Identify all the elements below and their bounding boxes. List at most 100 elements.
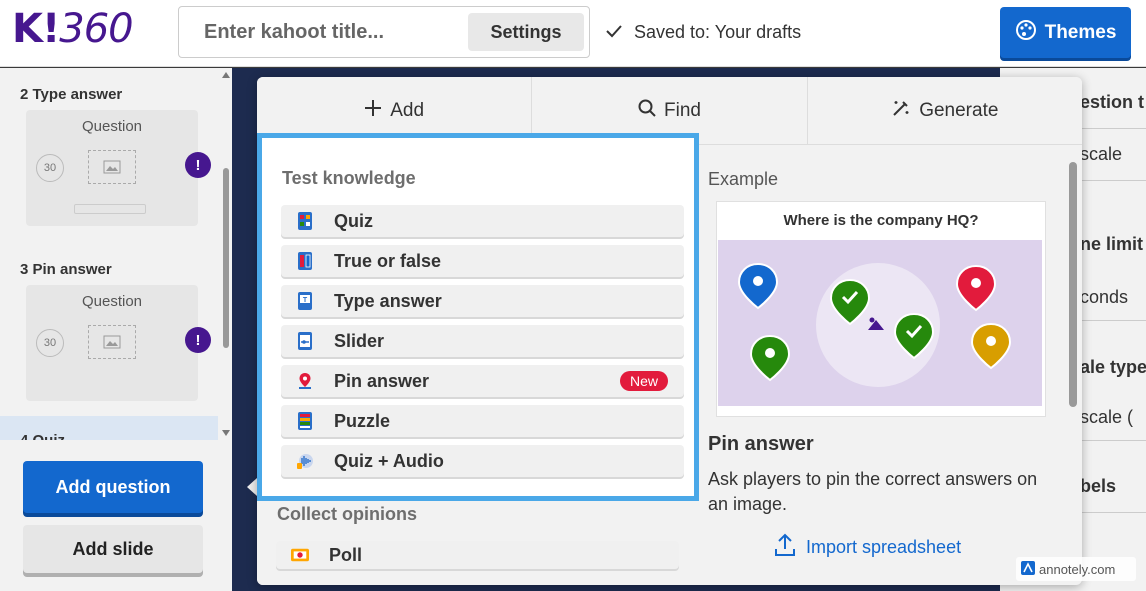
pin-marker	[737, 262, 779, 310]
example-label: Example	[708, 169, 779, 189]
watermark: annotely.com	[1016, 557, 1136, 581]
menu-item-label: True or false	[334, 250, 442, 271]
right-panel-option[interactable]: scale	[1080, 144, 1122, 165]
sidebar-scroll-thumb[interactable]	[223, 168, 229, 348]
divider	[1080, 512, 1146, 513]
add-slide-button[interactable]: Add slide	[23, 525, 203, 573]
section-collect-opinions: Collect opinions	[277, 504, 418, 524]
menu-item-true-or-false[interactable]: True or false	[281, 245, 684, 277]
true-false-icon	[296, 251, 314, 271]
thumbnail-question: Question	[81, 118, 143, 135]
pin-marker	[970, 322, 1012, 370]
svg-text:T: T	[303, 297, 308, 304]
example-title: Pin answer	[708, 433, 814, 455]
example-map-image	[718, 240, 1042, 406]
right-panel-heading: ale type	[1080, 357, 1146, 377]
menu-item-pin-answer[interactable]: Pin answer New	[281, 365, 684, 397]
tab-generate[interactable]: Generate	[807, 77, 1082, 144]
logo-mark: K!	[12, 6, 60, 52]
tab-add-label: Add	[390, 99, 425, 121]
menu-continued: Collect opinions Poll	[257, 501, 699, 585]
example-question: Where is the company HQ?	[783, 212, 979, 229]
poll-icon	[291, 545, 309, 565]
example-card: Where is the company HQ?	[716, 201, 1046, 417]
type-answer-icon: T	[296, 291, 314, 311]
save-status: Saved to: Your drafts	[606, 22, 801, 43]
import-label: Import spreadsheet	[806, 537, 962, 557]
themes-label: Themes	[1044, 21, 1117, 43]
menu-item-quiz-audio[interactable]: Quiz + Audio	[281, 445, 684, 477]
slides-sidebar: 2 Type answer Question 30 ! 3 Pin answer…	[0, 68, 232, 591]
slide-item-4-selected[interactable]: 4 Quiz	[0, 416, 218, 440]
themes-button[interactable]: Themes	[1000, 7, 1131, 58]
slide-thumbnail-3[interactable]: Question 30	[26, 285, 198, 401]
example-preview: Example Where is the company HQ? Pin ans…	[702, 145, 1072, 585]
menu-item-label: Quiz	[334, 210, 373, 231]
logo-number: 360	[59, 6, 133, 52]
right-panel-option[interactable]: conds	[1080, 287, 1128, 308]
divider	[1080, 320, 1146, 321]
thumbnail-question: Question	[81, 293, 143, 310]
new-badge: New	[619, 371, 668, 391]
popover-caret	[247, 478, 257, 496]
image-placeholder-icon	[88, 325, 136, 359]
upload-icon	[774, 533, 796, 562]
slider-icon	[296, 331, 314, 351]
top-bar: K!360 Settings Saved to: Your drafts The…	[0, 0, 1146, 67]
quiz-icon	[296, 211, 314, 231]
menu-item-label: Poll	[329, 544, 363, 565]
import-spreadsheet-link[interactable]: Import spreadsheet	[774, 533, 961, 562]
watermark-text: annotely.com	[1039, 561, 1116, 577]
divider	[1080, 440, 1146, 441]
pin-marker	[749, 334, 791, 382]
kahoot-360-logo[interactable]: K!360	[12, 6, 134, 52]
puzzle-icon	[296, 411, 314, 431]
saved-text: Saved to: Your drafts	[634, 22, 802, 42]
right-panel-option[interactable]: scale (	[1080, 407, 1133, 428]
audio-icon	[296, 451, 314, 471]
palette-icon	[1015, 19, 1037, 47]
thumbnail-timer: 30	[36, 154, 64, 182]
menu-item-quiz[interactable]: Quiz	[281, 205, 684, 237]
annotely-logo-icon	[1021, 560, 1035, 578]
pin-icon	[296, 371, 314, 391]
add-question-button[interactable]: Add question	[23, 461, 203, 513]
menu-item-label: Quiz + Audio	[334, 450, 444, 471]
slide-label-4: 4 Quiz	[20, 432, 65, 440]
warning-icon[interactable]: !	[185, 327, 211, 353]
add-question-modal: Add Find Generate Test knowledge Quiz Tr…	[257, 77, 1082, 585]
menu-item-label: Type answer	[334, 290, 442, 311]
thumbnail-timer: 30	[36, 329, 64, 357]
settings-button[interactable]: Settings	[468, 13, 584, 51]
tab-generate-label: Generate	[919, 99, 999, 121]
title-field-container: Settings	[178, 6, 590, 58]
menu-item-label: Puzzle	[334, 410, 391, 431]
modal-scrollbar[interactable]	[1069, 162, 1077, 407]
menu-item-type-answer[interactable]: T Type answer	[281, 285, 684, 317]
divider	[1080, 180, 1146, 181]
slide-thumbnail-2[interactable]: Question 30	[26, 110, 198, 226]
checkmark-icon	[606, 22, 622, 43]
pin-marker	[955, 264, 997, 312]
menu-item-poll[interactable]: Poll	[276, 541, 679, 569]
slide-label-3: 3 Pin answer	[20, 261, 112, 278]
menu-item-puzzle[interactable]: Puzzle	[281, 405, 684, 437]
divider	[1080, 128, 1146, 129]
right-panel-heading: ne limit	[1080, 234, 1144, 254]
right-panel-heading: estion t	[1080, 92, 1145, 112]
right-panel-heading: bels	[1080, 476, 1117, 496]
slide-label-2: 2 Type answer	[20, 86, 123, 103]
magic-wand-icon	[891, 98, 911, 124]
menu-item-label: Slider	[334, 330, 385, 351]
menu-item-slider[interactable]: Slider	[281, 325, 684, 357]
image-placeholder-icon	[88, 150, 136, 184]
question-type-menu: Test knowledge Quiz True or false T Type…	[257, 133, 699, 501]
tab-find-label: Find	[664, 99, 701, 121]
warning-icon[interactable]: !	[185, 152, 211, 178]
example-description: Ask players to pin the correct answers o…	[708, 469, 1038, 514]
plus-icon	[364, 99, 382, 123]
menu-item-label: Pin answer	[334, 370, 430, 391]
search-icon	[638, 99, 656, 123]
kahoot-title-input[interactable]	[204, 21, 464, 44]
section-test-knowledge: Test knowledge	[282, 168, 416, 188]
